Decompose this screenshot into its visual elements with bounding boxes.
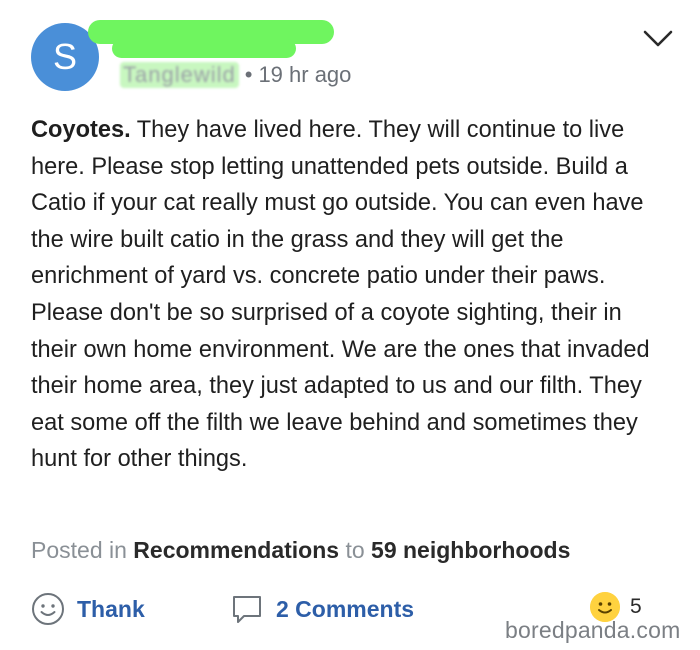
audience-link[interactable]: 59 neighborhoods — [371, 537, 570, 563]
category-link[interactable]: Recommendations — [133, 537, 339, 563]
meta-separator: • — [244, 62, 253, 87]
post-timestamp: 19 hr ago — [258, 62, 352, 87]
post-body: Coyotes. They have lived here. They will… — [31, 112, 671, 478]
to-label: to — [345, 537, 365, 563]
post-meta: Tanglewild • 19 hr ago — [120, 62, 351, 88]
redacted-author-name-overflow — [112, 39, 296, 58]
posted-in-label: Posted in — [31, 537, 127, 563]
watermark: boredpanda.com — [505, 617, 681, 643]
thank-button[interactable]: Thank — [31, 592, 145, 626]
avatar-letter: S — [52, 36, 77, 77]
post-text: They have lived here. They will continue… — [31, 117, 650, 473]
smiley-icon — [32, 593, 64, 625]
comment-bubble-icon — [233, 596, 261, 623]
post-lead: Coyotes. — [31, 117, 131, 143]
comments-button[interactable]: 2 Comments — [230, 592, 414, 626]
thank-label: Thank — [77, 595, 145, 622]
reaction-count: 5 — [630, 595, 642, 618]
comments-label: 2 Comments — [276, 595, 415, 622]
chevron-down-icon[interactable] — [641, 26, 675, 52]
redacted-location: Tanglewild — [120, 62, 239, 88]
posted-in-line: Posted in Recommendations to 59 neighbor… — [31, 537, 570, 564]
